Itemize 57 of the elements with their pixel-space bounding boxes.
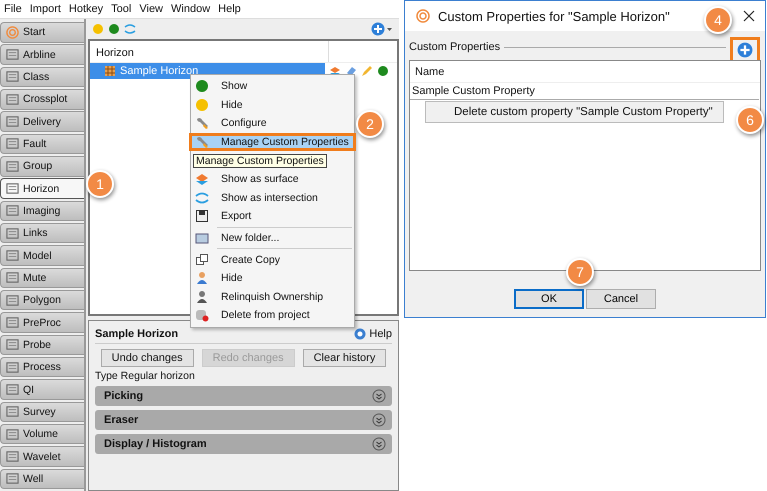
tooltip: Manage Custom Properties [193, 154, 327, 168]
sidebar-tab[interactable]: Well [0, 468, 84, 490]
dialog-button[interactable]: Cancel [586, 289, 656, 309]
column-header: Name [410, 61, 760, 83]
sidebar-tab[interactable]: Group [0, 156, 84, 176]
sidebar-tab[interactable]: Polygon [0, 290, 84, 310]
collapsible-section[interactable]: Eraser [95, 410, 392, 430]
menu-item[interactable]: Show [191, 77, 354, 96]
menu-item[interactable]: Create Copy [191, 250, 354, 269]
menu-item[interactable]: Show as surface [191, 170, 354, 189]
sidebar-tab[interactable]: Process [0, 356, 84, 378]
menu-item[interactable]: Configure [191, 114, 354, 133]
menu-item[interactable]: Window [171, 3, 210, 15]
sidebar-tab[interactable]: Imaging [0, 200, 84, 222]
sidebar-tab[interactable]: Crossplot [0, 88, 84, 110]
sidebar-tab[interactable]: Probe [0, 334, 84, 356]
sidebar-tab[interactable]: Arbline [0, 44, 84, 65]
type-label: Type Regular horizon [95, 370, 196, 382]
sidebar-tab[interactable]: PreProc [0, 312, 84, 333]
sidebar-tab[interactable]: Survey [0, 402, 84, 422]
sidebar-tab[interactable]: QI [0, 379, 84, 400]
sidebar-tab[interactable]: Fault [0, 134, 84, 154]
collapsible-section[interactable]: Picking [95, 386, 392, 406]
menu-item[interactable]: Show as intersection [191, 188, 354, 208]
menu-item[interactable]: Hide [191, 96, 354, 114]
sidebar-tab[interactable]: Links [0, 222, 84, 244]
sidebar-tab[interactable]: Volume [0, 424, 84, 444]
help-link[interactable]: Help [369, 328, 392, 340]
menu-item[interactable]: Manage Custom Properties [189, 132, 356, 152]
menu-item[interactable]: Import [30, 3, 61, 15]
menu-item[interactable]: Hotkey [68, 3, 104, 15]
sidebar-tab[interactable]: Delivery [0, 111, 84, 132]
group-label: Custom Properties [409, 41, 500, 53]
menu-item[interactable]: New folder... [191, 228, 354, 248]
dialog-title: Custom Properties for "Sample Horizon" [438, 8, 670, 24]
menu-item[interactable]: Help [218, 3, 241, 15]
sidebar-tab[interactable]: Horizon [0, 178, 84, 199]
toolbar-button[interactable]: Undo changes [100, 349, 194, 367]
menu-item[interactable]: Delete from project [191, 306, 354, 325]
sidebar-tab[interactable]: Start [0, 22, 84, 43]
sidebar-tab[interactable]: Wavelet [0, 446, 84, 467]
menu-item[interactable]: File [4, 3, 22, 15]
sidebar-tab[interactable]: Model [0, 245, 84, 266]
sidebar-tab[interactable]: Class [0, 66, 84, 88]
column-header: Horizon [90, 41, 329, 62]
toolbar-button[interactable]: Clear history [302, 349, 386, 367]
sidebar-tab[interactable]: Mute [0, 268, 84, 288]
menu-item[interactable]: Hide [191, 268, 354, 288]
menu-item[interactable]: Export [191, 207, 354, 226]
dialog-button[interactable]: OK [514, 289, 584, 309]
popup-menu-item[interactable]: Delete custom property "Sample Custom Property" [425, 101, 724, 123]
menu-item[interactable]: View [139, 3, 164, 15]
table-cell[interactable]: Sample Custom Property [410, 83, 759, 100]
menu-item[interactable]: Tool [111, 3, 132, 15]
panel-title: Sample Horizon [95, 328, 178, 340]
menu-item[interactable]: Relinquish Ownership [191, 288, 354, 306]
collapsible-section[interactable]: Display / Histogram [95, 434, 392, 454]
